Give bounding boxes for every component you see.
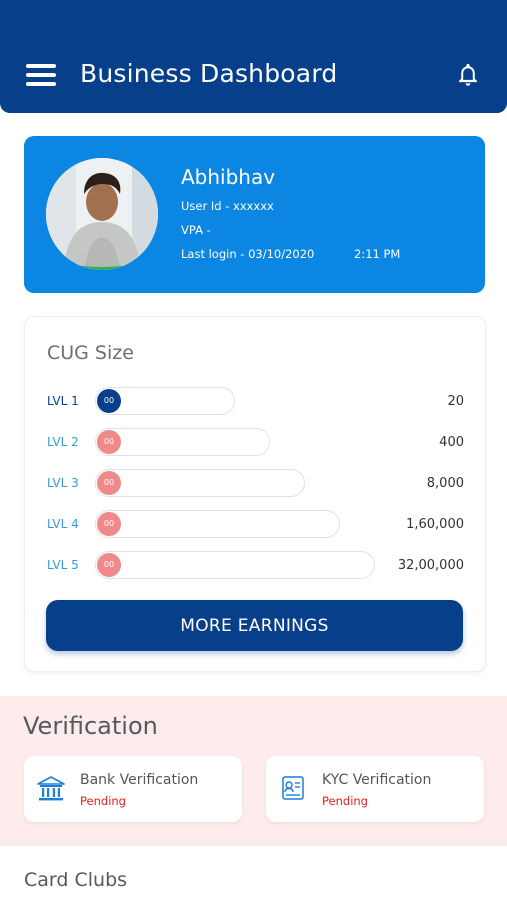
level-label: LVL 3	[47, 476, 79, 490]
user-id: User Id - xxxxxx	[181, 199, 274, 213]
level-slider[interactable]: 00	[95, 428, 270, 456]
level-label: LVL 1	[47, 394, 79, 408]
card-clubs-title: Card Clubs	[24, 869, 128, 891]
level-label: LVL 5	[47, 558, 79, 572]
level-slider[interactable]: 00	[95, 551, 375, 579]
level-value: 400	[439, 435, 464, 450]
level-value: 32,00,000	[397, 558, 464, 573]
vpa: VPA -	[181, 223, 211, 237]
cug-size-title: CUG Size	[47, 342, 134, 364]
bank-verification-label: Bank Verification	[80, 772, 199, 788]
level-slider[interactable]: 00	[95, 510, 340, 538]
level-knob[interactable]: 00	[97, 471, 121, 495]
level-value: 1,60,000	[406, 517, 464, 532]
more-earnings-button[interactable]: MORE EARNINGS	[46, 600, 463, 651]
bank-verification-card[interactable]: Bank Verification Pending	[24, 756, 242, 822]
hamburger-menu-icon[interactable]	[26, 64, 56, 86]
level-knob[interactable]: 00	[97, 430, 121, 454]
verification-title: Verification	[23, 712, 158, 740]
level-slider[interactable]: 00	[95, 387, 235, 415]
profile-photo	[46, 158, 158, 270]
last-login-time: 2:11 PM	[354, 247, 401, 261]
bell-icon[interactable]	[454, 61, 482, 89]
bank-verification-status: Pending	[80, 794, 126, 808]
cug-size-card: CUG Size LVL 1 00 20 LVL 2 00 400 LVL 3 …	[24, 316, 486, 672]
bank-icon	[37, 776, 65, 801]
level-label: LVL 4	[47, 517, 79, 531]
level-label: LVL 2	[47, 435, 79, 449]
level-knob[interactable]: 00	[97, 389, 121, 413]
level-slider[interactable]: 00	[95, 469, 305, 497]
kyc-document-icon	[282, 776, 304, 800]
level-knob[interactable]: 00	[97, 553, 121, 577]
kyc-verification-status: Pending	[322, 794, 368, 808]
verification-section: Verification Bank Verification Pending K…	[0, 696, 507, 846]
last-login: Last login - 03/10/2020	[181, 247, 315, 261]
kyc-verification-card[interactable]: KYC Verification Pending	[266, 756, 484, 822]
level-value: 20	[447, 394, 464, 409]
page-title: Business Dashboard	[80, 59, 338, 88]
avatar	[46, 158, 158, 270]
profile-name: Abhibhav	[181, 165, 276, 189]
profile-card: Abhibhav User Id - xxxxxx VPA - Last log…	[24, 136, 485, 293]
app-header: Business Dashboard	[0, 0, 507, 113]
level-knob[interactable]: 00	[97, 512, 121, 536]
kyc-verification-label: KYC Verification	[322, 772, 432, 788]
level-value: 8,000	[426, 476, 464, 491]
